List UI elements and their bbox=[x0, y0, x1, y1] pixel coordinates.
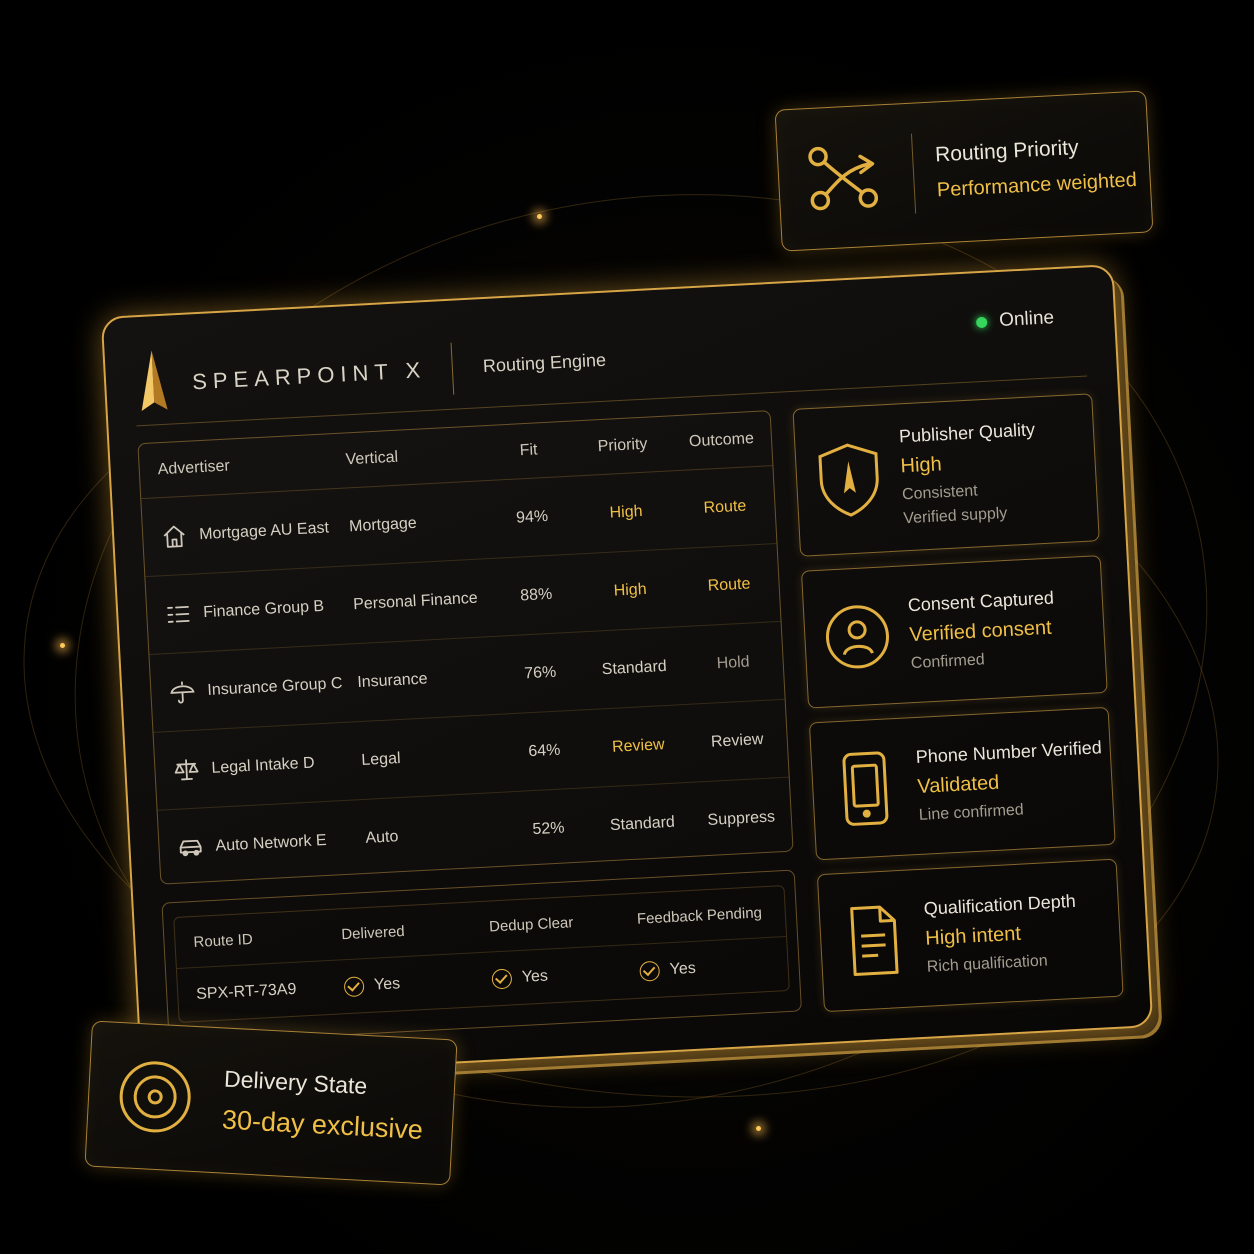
qualification-text: Qualification Depth High intent Rich qua… bbox=[923, 891, 1079, 977]
row-fit: 76% bbox=[523, 663, 557, 682]
route-id-header: Route ID bbox=[193, 930, 254, 951]
routing-priority-card: Routing Priority Performance weighted bbox=[774, 90, 1154, 252]
header-advertiser: Advertiser bbox=[157, 457, 231, 479]
row-outcome: Route bbox=[703, 497, 747, 517]
publisher-quality-text: Publisher Quality High Consistent Verifi… bbox=[899, 419, 1040, 528]
phone-title: Phone Number Verified bbox=[915, 737, 1103, 767]
row-outcome: Review bbox=[710, 730, 764, 751]
car-icon bbox=[177, 834, 204, 861]
row-fit: 64% bbox=[527, 741, 561, 760]
consent-note: Confirmed bbox=[910, 651, 986, 673]
route-status-table: Route ID Delivered Dedup Clear Feedback … bbox=[173, 885, 790, 1023]
delivered-header: Delivered bbox=[340, 922, 406, 943]
delivery-state-text: Delivery State 30-day exclusive bbox=[221, 1066, 425, 1146]
qualification-value: High intent bbox=[924, 922, 1022, 950]
advertiser-table: Advertiser Vertical Fit Priority Outcome… bbox=[137, 410, 794, 885]
phone-verified-card[interactable]: Phone Number Verified Validated Line con… bbox=[808, 706, 1116, 861]
row-vertical: Insurance bbox=[356, 669, 428, 691]
routing-priority-title: Routing Priority bbox=[934, 135, 1080, 166]
row-priority: High bbox=[613, 580, 648, 600]
route-split-icon bbox=[801, 133, 889, 221]
dedup-value: Yes bbox=[521, 967, 549, 986]
brand-subtitle: Routing Engine bbox=[482, 349, 607, 377]
phone-note: Line confirmed bbox=[918, 801, 1025, 824]
delivered-value: Yes bbox=[373, 975, 401, 994]
check-circle-icon bbox=[343, 976, 365, 998]
publisher-quality-title: Publisher Quality bbox=[898, 419, 1036, 447]
dedup-header: Dedup Clear bbox=[488, 913, 574, 936]
consent-value: Verified consent bbox=[908, 616, 1053, 647]
feedback-value: Yes bbox=[669, 959, 697, 979]
row-fit: 52% bbox=[531, 818, 565, 838]
row-priority: Standard bbox=[601, 657, 668, 678]
consent-text: Consent Captured Verified consent Confir… bbox=[907, 588, 1057, 674]
row-fit: 88% bbox=[519, 585, 553, 604]
status-label: Online bbox=[998, 307, 1055, 332]
qualification-depth-card[interactable]: Qualification Depth High intent Rich qua… bbox=[816, 858, 1124, 1013]
row-outcome: Suppress bbox=[707, 807, 776, 829]
publisher-quality-card[interactable]: Publisher Quality High Consistent Verifi… bbox=[792, 393, 1100, 557]
publisher-quality-value: High bbox=[900, 453, 943, 478]
row-outcome: Route bbox=[707, 574, 751, 595]
row-vertical: Mortgage bbox=[348, 514, 418, 535]
row-outcome: Hold bbox=[716, 653, 750, 672]
row-priority: Review bbox=[611, 735, 665, 756]
check-circle-icon bbox=[491, 968, 513, 990]
header-fit: Fit bbox=[519, 441, 538, 460]
row-fit: 94% bbox=[515, 507, 549, 527]
spark bbox=[60, 643, 65, 648]
row-advertiser: Mortgage AU East bbox=[198, 518, 330, 543]
spark bbox=[537, 214, 542, 219]
qualification-title: Qualification Depth bbox=[923, 890, 1077, 919]
shield-icon bbox=[813, 439, 885, 520]
house-icon bbox=[161, 522, 188, 549]
row-vertical: Personal Finance bbox=[352, 589, 479, 613]
delivery-state-value: 30-day exclusive bbox=[221, 1104, 424, 1145]
row-advertiser: Auto Network E bbox=[215, 831, 327, 855]
routing-engine-panel: SPEARPOINT X Routing Engine Online Adver… bbox=[100, 263, 1154, 1081]
row-priority: High bbox=[609, 502, 643, 522]
route-status-box: Route ID Delivered Dedup Clear Feedback … bbox=[161, 869, 802, 1045]
target-icon bbox=[111, 1053, 199, 1141]
document-icon bbox=[837, 900, 909, 981]
consent-title: Consent Captured bbox=[907, 587, 1055, 616]
status-dot-icon bbox=[975, 316, 988, 328]
user-icon bbox=[821, 596, 893, 677]
feedback-header: Feedback Pending bbox=[636, 903, 763, 928]
list-icon bbox=[165, 600, 192, 627]
header-vertical: Vertical bbox=[345, 448, 399, 469]
divider bbox=[910, 133, 917, 214]
row-advertiser: Legal Intake D bbox=[211, 753, 315, 777]
phone-value: Validated bbox=[916, 771, 1000, 798]
row-priority: Standard bbox=[609, 813, 676, 834]
phone-text: Phone Number Verified Validated Line con… bbox=[915, 737, 1105, 825]
check-circle-icon bbox=[639, 960, 661, 982]
row-vertical: Legal bbox=[360, 749, 401, 769]
stage: Routing Priority Performance weighted SP… bbox=[0, 0, 1254, 1254]
phone-icon bbox=[829, 748, 901, 829]
row-vertical: Auto bbox=[365, 827, 399, 847]
consent-captured-card[interactable]: Consent Captured Verified consent Confir… bbox=[800, 555, 1108, 709]
header-outcome: Outcome bbox=[688, 430, 755, 451]
umbrella-icon bbox=[169, 678, 196, 705]
routing-priority-text: Routing Priority Performance weighted bbox=[934, 133, 1137, 202]
row-advertiser: Insurance Group C bbox=[206, 674, 343, 699]
publisher-quality-note: Consistent bbox=[901, 482, 979, 504]
route-id-value: SPX-RT-73A9 bbox=[195, 980, 297, 1003]
spearpoint-logo-icon bbox=[137, 350, 170, 418]
row-advertiser: Finance Group B bbox=[202, 597, 325, 621]
scales-icon bbox=[173, 756, 200, 783]
routing-priority-value: Performance weighted bbox=[936, 168, 1138, 201]
delivery-state-title: Delivery State bbox=[223, 1065, 368, 1099]
spark bbox=[756, 1126, 761, 1131]
status-indicator: Online bbox=[975, 307, 1055, 333]
brand-name: SPEARPOINT X bbox=[191, 356, 427, 394]
qualification-note: Rich qualification bbox=[926, 952, 1049, 976]
publisher-quality-note: Verified supply bbox=[902, 504, 1008, 528]
divider bbox=[450, 342, 455, 395]
delivery-state-card: Delivery State 30-day exclusive bbox=[84, 1020, 458, 1186]
header-priority: Priority bbox=[597, 435, 648, 456]
